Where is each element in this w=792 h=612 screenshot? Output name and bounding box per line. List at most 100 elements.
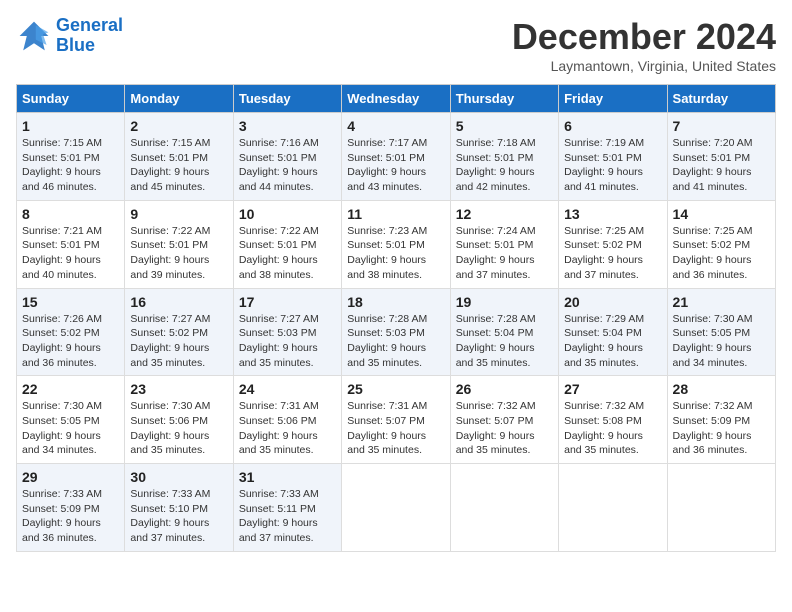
day-info: Sunrise: 7:32 AMSunset: 5:07 PMDaylight:… bbox=[456, 399, 553, 458]
logo-text-general: General bbox=[56, 16, 123, 36]
calendar-cell bbox=[342, 464, 450, 552]
calendar-cell: 14 Sunrise: 7:25 AMSunset: 5:02 PMDaylig… bbox=[667, 200, 775, 288]
day-info: Sunrise: 7:17 AMSunset: 5:01 PMDaylight:… bbox=[347, 136, 444, 195]
calendar-cell: 31 Sunrise: 7:33 AMSunset: 5:11 PMDaylig… bbox=[233, 464, 341, 552]
day-info: Sunrise: 7:30 AMSunset: 5:05 PMDaylight:… bbox=[673, 312, 770, 371]
day-info: Sunrise: 7:33 AMSunset: 5:11 PMDaylight:… bbox=[239, 487, 336, 546]
calendar-week-1: 1 Sunrise: 7:15 AMSunset: 5:01 PMDayligh… bbox=[17, 113, 776, 201]
calendar-week-3: 15 Sunrise: 7:26 AMSunset: 5:02 PMDaylig… bbox=[17, 288, 776, 376]
title-block: December 2024 Laymantown, Virginia, Unit… bbox=[512, 16, 776, 74]
header-day-tuesday: Tuesday bbox=[233, 85, 341, 113]
calendar-cell: 11 Sunrise: 7:23 AMSunset: 5:01 PMDaylig… bbox=[342, 200, 450, 288]
day-info: Sunrise: 7:28 AMSunset: 5:03 PMDaylight:… bbox=[347, 312, 444, 371]
day-info: Sunrise: 7:18 AMSunset: 5:01 PMDaylight:… bbox=[456, 136, 553, 195]
day-number: 7 bbox=[673, 118, 770, 134]
day-number: 10 bbox=[239, 206, 336, 222]
day-number: 5 bbox=[456, 118, 553, 134]
calendar-cell: 7 Sunrise: 7:20 AMSunset: 5:01 PMDayligh… bbox=[667, 113, 775, 201]
calendar-cell: 5 Sunrise: 7:18 AMSunset: 5:01 PMDayligh… bbox=[450, 113, 558, 201]
calendar-cell: 10 Sunrise: 7:22 AMSunset: 5:01 PMDaylig… bbox=[233, 200, 341, 288]
calendar-cell: 26 Sunrise: 7:32 AMSunset: 5:07 PMDaylig… bbox=[450, 376, 558, 464]
calendar-cell: 22 Sunrise: 7:30 AMSunset: 5:05 PMDaylig… bbox=[17, 376, 125, 464]
day-number: 30 bbox=[130, 469, 227, 485]
day-number: 24 bbox=[239, 381, 336, 397]
calendar-week-5: 29 Sunrise: 7:33 AMSunset: 5:09 PMDaylig… bbox=[17, 464, 776, 552]
calendar-cell: 27 Sunrise: 7:32 AMSunset: 5:08 PMDaylig… bbox=[559, 376, 667, 464]
day-number: 16 bbox=[130, 294, 227, 310]
calendar-week-4: 22 Sunrise: 7:30 AMSunset: 5:05 PMDaylig… bbox=[17, 376, 776, 464]
day-number: 9 bbox=[130, 206, 227, 222]
calendar-cell: 28 Sunrise: 7:32 AMSunset: 5:09 PMDaylig… bbox=[667, 376, 775, 464]
day-info: Sunrise: 7:32 AMSunset: 5:09 PMDaylight:… bbox=[673, 399, 770, 458]
day-info: Sunrise: 7:22 AMSunset: 5:01 PMDaylight:… bbox=[130, 224, 227, 283]
day-info: Sunrise: 7:27 AMSunset: 5:03 PMDaylight:… bbox=[239, 312, 336, 371]
calendar-cell: 2 Sunrise: 7:15 AMSunset: 5:01 PMDayligh… bbox=[125, 113, 233, 201]
header-day-monday: Monday bbox=[125, 85, 233, 113]
day-info: Sunrise: 7:24 AMSunset: 5:01 PMDaylight:… bbox=[456, 224, 553, 283]
day-info: Sunrise: 7:15 AMSunset: 5:01 PMDaylight:… bbox=[130, 136, 227, 195]
day-number: 26 bbox=[456, 381, 553, 397]
calendar-cell bbox=[667, 464, 775, 552]
calendar-week-2: 8 Sunrise: 7:21 AMSunset: 5:01 PMDayligh… bbox=[17, 200, 776, 288]
day-info: Sunrise: 7:29 AMSunset: 5:04 PMDaylight:… bbox=[564, 312, 661, 371]
calendar-cell: 9 Sunrise: 7:22 AMSunset: 5:01 PMDayligh… bbox=[125, 200, 233, 288]
page-header: General Blue December 2024 Laymantown, V… bbox=[16, 16, 776, 74]
day-number: 1 bbox=[22, 118, 119, 134]
day-info: Sunrise: 7:28 AMSunset: 5:04 PMDaylight:… bbox=[456, 312, 553, 371]
day-info: Sunrise: 7:20 AMSunset: 5:01 PMDaylight:… bbox=[673, 136, 770, 195]
calendar-cell: 3 Sunrise: 7:16 AMSunset: 5:01 PMDayligh… bbox=[233, 113, 341, 201]
day-info: Sunrise: 7:25 AMSunset: 5:02 PMDaylight:… bbox=[564, 224, 661, 283]
calendar-cell: 17 Sunrise: 7:27 AMSunset: 5:03 PMDaylig… bbox=[233, 288, 341, 376]
day-number: 21 bbox=[673, 294, 770, 310]
day-number: 12 bbox=[456, 206, 553, 222]
day-info: Sunrise: 7:27 AMSunset: 5:02 PMDaylight:… bbox=[130, 312, 227, 371]
calendar-cell: 30 Sunrise: 7:33 AMSunset: 5:10 PMDaylig… bbox=[125, 464, 233, 552]
day-number: 17 bbox=[239, 294, 336, 310]
calendar-cell: 4 Sunrise: 7:17 AMSunset: 5:01 PMDayligh… bbox=[342, 113, 450, 201]
header-day-saturday: Saturday bbox=[667, 85, 775, 113]
calendar-cell: 21 Sunrise: 7:30 AMSunset: 5:05 PMDaylig… bbox=[667, 288, 775, 376]
day-number: 18 bbox=[347, 294, 444, 310]
day-number: 6 bbox=[564, 118, 661, 134]
day-info: Sunrise: 7:33 AMSunset: 5:09 PMDaylight:… bbox=[22, 487, 119, 546]
day-info: Sunrise: 7:22 AMSunset: 5:01 PMDaylight:… bbox=[239, 224, 336, 283]
day-info: Sunrise: 7:15 AMSunset: 5:01 PMDaylight:… bbox=[22, 136, 119, 195]
day-number: 15 bbox=[22, 294, 119, 310]
calendar-cell: 20 Sunrise: 7:29 AMSunset: 5:04 PMDaylig… bbox=[559, 288, 667, 376]
day-number: 3 bbox=[239, 118, 336, 134]
day-number: 31 bbox=[239, 469, 336, 485]
calendar-cell: 12 Sunrise: 7:24 AMSunset: 5:01 PMDaylig… bbox=[450, 200, 558, 288]
day-number: 29 bbox=[22, 469, 119, 485]
day-info: Sunrise: 7:30 AMSunset: 5:06 PMDaylight:… bbox=[130, 399, 227, 458]
calendar-cell: 23 Sunrise: 7:30 AMSunset: 5:06 PMDaylig… bbox=[125, 376, 233, 464]
day-number: 11 bbox=[347, 206, 444, 222]
calendar-cell: 29 Sunrise: 7:33 AMSunset: 5:09 PMDaylig… bbox=[17, 464, 125, 552]
header-row: SundayMondayTuesdayWednesdayThursdayFrid… bbox=[17, 85, 776, 113]
day-number: 27 bbox=[564, 381, 661, 397]
logo-text-blue: Blue bbox=[56, 36, 123, 56]
day-number: 28 bbox=[673, 381, 770, 397]
day-info: Sunrise: 7:32 AMSunset: 5:08 PMDaylight:… bbox=[564, 399, 661, 458]
day-number: 13 bbox=[564, 206, 661, 222]
calendar-cell: 13 Sunrise: 7:25 AMSunset: 5:02 PMDaylig… bbox=[559, 200, 667, 288]
calendar-table: SundayMondayTuesdayWednesdayThursdayFrid… bbox=[16, 84, 776, 552]
calendar-cell: 1 Sunrise: 7:15 AMSunset: 5:01 PMDayligh… bbox=[17, 113, 125, 201]
calendar-cell: 15 Sunrise: 7:26 AMSunset: 5:02 PMDaylig… bbox=[17, 288, 125, 376]
day-number: 8 bbox=[22, 206, 119, 222]
day-info: Sunrise: 7:31 AMSunset: 5:06 PMDaylight:… bbox=[239, 399, 336, 458]
day-info: Sunrise: 7:26 AMSunset: 5:02 PMDaylight:… bbox=[22, 312, 119, 371]
day-number: 14 bbox=[673, 206, 770, 222]
calendar-cell: 16 Sunrise: 7:27 AMSunset: 5:02 PMDaylig… bbox=[125, 288, 233, 376]
day-info: Sunrise: 7:30 AMSunset: 5:05 PMDaylight:… bbox=[22, 399, 119, 458]
calendar-cell bbox=[559, 464, 667, 552]
day-info: Sunrise: 7:31 AMSunset: 5:07 PMDaylight:… bbox=[347, 399, 444, 458]
calendar-cell: 8 Sunrise: 7:21 AMSunset: 5:01 PMDayligh… bbox=[17, 200, 125, 288]
day-info: Sunrise: 7:16 AMSunset: 5:01 PMDaylight:… bbox=[239, 136, 336, 195]
month-title: December 2024 bbox=[512, 16, 776, 58]
day-number: 23 bbox=[130, 381, 227, 397]
day-number: 20 bbox=[564, 294, 661, 310]
day-number: 4 bbox=[347, 118, 444, 134]
calendar-cell: 6 Sunrise: 7:19 AMSunset: 5:01 PMDayligh… bbox=[559, 113, 667, 201]
header-day-sunday: Sunday bbox=[17, 85, 125, 113]
header-day-friday: Friday bbox=[559, 85, 667, 113]
